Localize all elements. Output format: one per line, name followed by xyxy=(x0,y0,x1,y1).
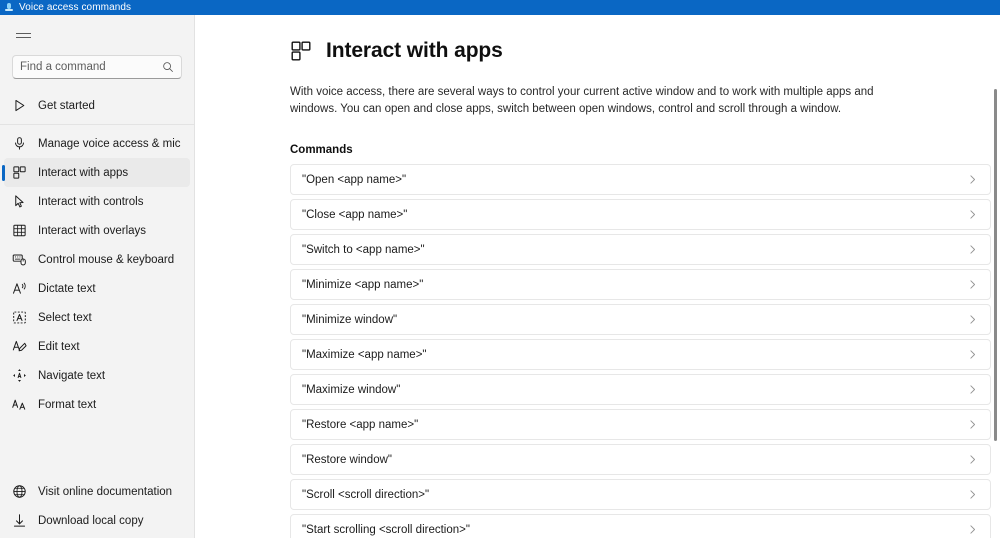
sidebar-item-download-local-copy[interactable]: Download local copy xyxy=(0,506,194,535)
sidebar-divider xyxy=(0,124,194,125)
command-text: "Maximize window" xyxy=(302,383,401,396)
sidebar-bottom-group: Visit online documentation Download loca… xyxy=(0,477,194,538)
command-row[interactable]: "Restore window" xyxy=(290,444,991,475)
command-text: "Close <app name>" xyxy=(302,208,408,221)
sidebar-item-dictate-text[interactable]: Dictate text xyxy=(0,274,194,303)
command-row[interactable]: "Open <app name>" xyxy=(290,164,991,195)
grid-overlay-icon xyxy=(11,223,27,239)
sidebar-item-label: Interact with overlays xyxy=(38,224,147,237)
sidebar-item-select-text[interactable]: Select text xyxy=(0,303,194,332)
sidebar-nav: Get started Manage voice access & mic In… xyxy=(0,91,194,538)
app-shell: Get started Manage voice access & mic xyxy=(0,15,1000,538)
sidebar-item-label: Dictate text xyxy=(38,282,96,295)
command-row[interactable]: "Maximize <app name>" xyxy=(290,339,991,370)
sidebar: Get started Manage voice access & mic xyxy=(0,15,195,538)
sidebar-item-control-mouse-keyboard[interactable]: Control mouse & keyboard xyxy=(0,245,194,274)
command-text: "Minimize window" xyxy=(302,313,398,326)
mouse-keyboard-icon xyxy=(11,252,27,268)
globe-icon xyxy=(11,484,27,500)
search-icon xyxy=(163,62,173,72)
hamburger-menu-icon[interactable] xyxy=(8,20,38,50)
sidebar-item-format-text[interactable]: Format text xyxy=(0,390,194,419)
command-text: "Restore window" xyxy=(302,453,392,466)
apps-grid-icon xyxy=(11,165,27,181)
scrollbar-thumb[interactable] xyxy=(994,89,997,441)
sidebar-item-label: Manage voice access & mic xyxy=(38,137,181,150)
sidebar-item-label: Select text xyxy=(38,311,92,324)
command-text: "Minimize <app name>" xyxy=(302,278,424,291)
sidebar-item-interact-with-controls[interactable]: Interact with controls xyxy=(0,187,194,216)
chevron-right-icon xyxy=(970,175,976,184)
chevron-right-icon xyxy=(970,280,976,289)
sidebar-item-label: Navigate text xyxy=(38,369,106,382)
chevron-right-icon xyxy=(970,420,976,429)
voice-access-icon xyxy=(4,2,14,13)
search-input[interactable] xyxy=(20,61,162,73)
sidebar-item-label: Edit text xyxy=(38,340,80,353)
chevron-right-icon xyxy=(970,525,976,534)
format-text-icon xyxy=(11,397,27,413)
dictate-icon xyxy=(11,281,27,297)
navigate-arrows-icon xyxy=(11,368,27,384)
sidebar-item-label: Control mouse & keyboard xyxy=(38,253,175,266)
sidebar-item-manage-voice-access[interactable]: Manage voice access & mic xyxy=(0,129,194,158)
command-row[interactable]: "Close <app name>" xyxy=(290,199,991,230)
command-text: "Scroll <scroll direction>" xyxy=(302,488,430,501)
main-content: Interact with apps With voice access, th… xyxy=(195,15,1000,538)
download-arrow-icon xyxy=(11,513,27,529)
select-text-icon xyxy=(11,310,27,326)
chevron-right-icon xyxy=(970,385,976,394)
window-title: Voice access commands xyxy=(19,2,132,13)
command-row[interactable]: "Scroll <scroll direction>" xyxy=(290,479,991,510)
chevron-right-icon xyxy=(970,315,976,324)
command-row[interactable]: "Maximize window" xyxy=(290,374,991,405)
content-scrollbar[interactable] xyxy=(991,15,999,538)
command-text: "Maximize <app name>" xyxy=(302,348,427,361)
command-text: "Switch to <app name>" xyxy=(302,243,425,256)
search-box[interactable] xyxy=(12,55,182,79)
sidebar-item-navigate-text[interactable]: Navigate text xyxy=(0,361,194,390)
cursor-arrow-icon xyxy=(11,194,27,210)
commands-section-label: Commands xyxy=(290,144,353,156)
edit-pencil-icon xyxy=(11,339,27,355)
play-icon xyxy=(11,98,27,114)
apps-grid-icon xyxy=(290,40,312,62)
sidebar-item-edit-text[interactable]: Edit text xyxy=(0,332,194,361)
chevron-right-icon xyxy=(970,210,976,219)
command-text: "Start scrolling <scroll direction>" xyxy=(302,523,470,536)
sidebar-item-label: Interact with apps xyxy=(38,166,129,179)
command-row[interactable]: "Switch to <app name>" xyxy=(290,234,991,265)
window-titlebar: Voice access commands xyxy=(0,0,1000,15)
chevron-right-icon xyxy=(970,350,976,359)
page-description: With voice access, there are several way… xyxy=(290,86,874,115)
sidebar-item-visit-online-documentation[interactable]: Visit online documentation xyxy=(0,477,194,506)
page-title: Interact with apps xyxy=(326,39,503,62)
chevron-right-icon xyxy=(970,455,976,464)
command-row[interactable]: "Start scrolling <scroll direction>" xyxy=(290,514,991,538)
microphone-icon xyxy=(11,136,27,152)
sidebar-item-label: Visit online documentation xyxy=(38,485,173,498)
chevron-right-icon xyxy=(970,490,976,499)
chevron-right-icon xyxy=(970,245,976,254)
page-header: Interact with apps xyxy=(195,39,1000,63)
sidebar-item-interact-with-overlays[interactable]: Interact with overlays xyxy=(0,216,194,245)
command-text: "Restore <app name>" xyxy=(302,418,419,431)
sidebar-item-get-started[interactable]: Get started xyxy=(0,91,194,120)
command-text: "Open <app name>" xyxy=(302,173,407,186)
command-row[interactable]: "Minimize <app name>" xyxy=(290,269,991,300)
sidebar-item-label: Get started xyxy=(38,99,95,112)
commands-list: "Open <app name>" "Close <app name>" "Sw… xyxy=(195,164,1000,538)
sidebar-item-label: Download local copy xyxy=(38,514,144,527)
sidebar-item-interact-with-apps[interactable]: Interact with apps xyxy=(4,158,190,187)
command-row[interactable]: "Minimize window" xyxy=(290,304,991,335)
sidebar-item-label: Interact with controls xyxy=(38,195,144,208)
sidebar-item-label: Format text xyxy=(38,398,97,411)
command-row[interactable]: "Restore <app name>" xyxy=(290,409,991,440)
